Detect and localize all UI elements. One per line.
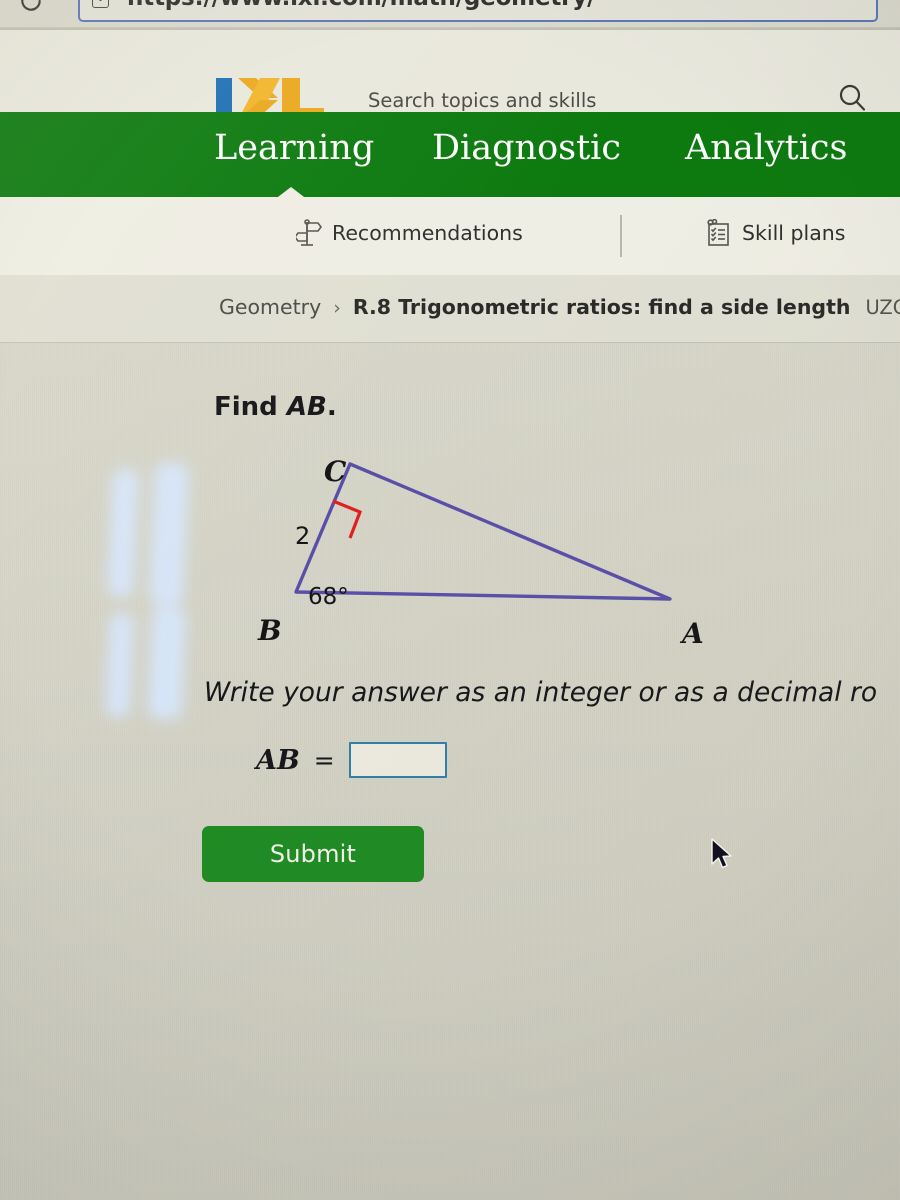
breadcrumb-skill-title: R.8 Trigonometric ratios: find a side le…	[352, 295, 851, 319]
question-prompt-period: .	[326, 392, 337, 422]
nav-tab-diagnostic[interactable]: Diagnostic	[432, 128, 621, 168]
submit-button[interactable]: Submit	[202, 826, 424, 882]
site-info-icon[interactable]	[92, 0, 109, 8]
triangle-svg	[294, 462, 672, 601]
breadcrumb-skill-code: UZC	[865, 296, 900, 319]
triangle-figure: C B A 2 68°	[230, 447, 750, 657]
answer-row: AB =	[256, 742, 447, 778]
subnav-label-recommendations: Recommendations	[332, 221, 523, 245]
ixl-header	[0, 30, 900, 120]
subnav-divider	[620, 215, 622, 257]
browser-chrome: https://www.ixl.com/math/geometry/	[0, 0, 900, 30]
url-text: https://www.ixl.com/math/geometry/	[127, 0, 595, 11]
vertex-label-c: C	[324, 455, 347, 488]
subnav-label-skill-plans: Skill plans	[742, 221, 846, 245]
answer-variable-label: AB	[256, 744, 300, 776]
answer-instruction: Write your answer as an integer or as a …	[204, 677, 878, 708]
side-length-label: 2	[295, 522, 311, 550]
right-angle-marker	[332, 499, 363, 539]
nav-tab-learning[interactable]: Learning	[214, 128, 374, 168]
angle-measure-label: 68°	[308, 584, 349, 610]
screen-photo: https://www.ixl.com/math/geometry/ Learn…	[0, 0, 900, 1200]
chevron-right-icon: ›	[333, 297, 341, 319]
breadcrumb: Geometry › R.8 Trigonometric ratios: fin…	[219, 295, 900, 319]
nav-tab-analytics[interactable]: Analytics	[685, 128, 847, 168]
vertex-label-b: B	[258, 614, 282, 647]
vertex-label-a: A	[682, 617, 704, 650]
question-prompt: Find AB.	[214, 392, 337, 422]
answer-input[interactable]	[348, 742, 447, 778]
subnav-item-skill-plans[interactable]: Skill plans	[706, 219, 845, 247]
search-icon[interactable]	[836, 82, 868, 114]
signpost-icon	[296, 219, 322, 246]
sub-nav: Recommendations Skill plans	[0, 197, 900, 276]
main-nav: Learning Diagnostic Analytics	[0, 112, 900, 200]
reload-icon[interactable]	[18, 0, 44, 14]
subnav-item-recommendations[interactable]: Recommendations	[296, 219, 523, 247]
breadcrumb-bar: Geometry › R.8 Trigonometric ratios: fin…	[0, 275, 900, 343]
answer-equals-sign: =	[313, 745, 335, 775]
question-area: Find AB. C B A 2 68° Write your answer a…	[0, 342, 900, 1200]
question-prompt-text: Find	[214, 392, 287, 422]
clipboard-checklist-icon	[707, 219, 729, 246]
breadcrumb-subject[interactable]: Geometry	[219, 295, 321, 319]
question-prompt-segment: AB	[286, 392, 327, 422]
